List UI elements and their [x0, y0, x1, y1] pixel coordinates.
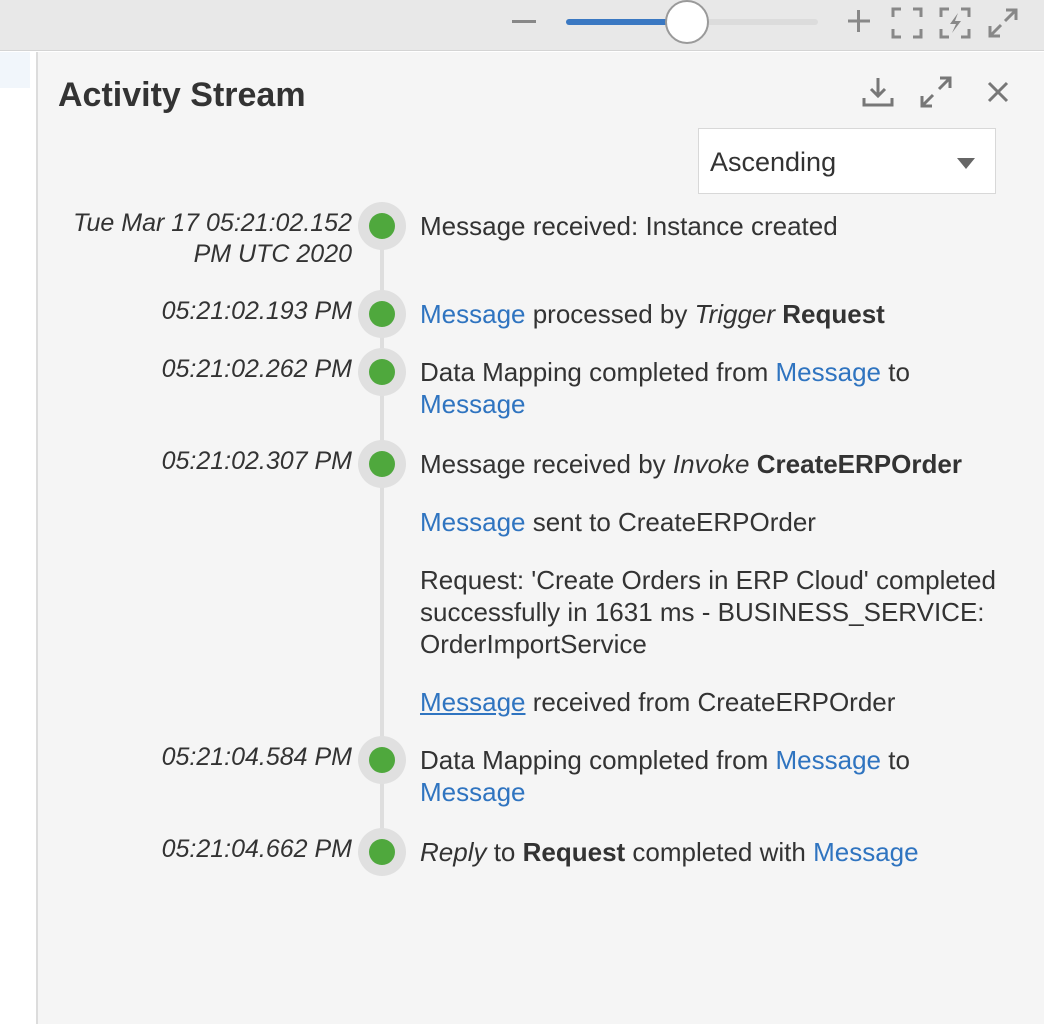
entry-timestamp: Tue Mar 17 05:21:02.152 PM UTC 2020 [73, 209, 352, 268]
message-link[interactable]: Message [776, 357, 882, 387]
download-icon[interactable] [860, 74, 896, 110]
chevron-down-icon [957, 158, 975, 169]
entry-message: Message received: Instance created [420, 211, 838, 241]
sort-order-select[interactable]: Ascending [698, 128, 996, 194]
entry-message: Message processed by Trigger Request [420, 299, 885, 329]
message-link[interactable]: Message [813, 837, 919, 867]
message-link[interactable]: Message [420, 777, 526, 807]
zoom-toolbar [0, 0, 1044, 51]
message-link[interactable]: Message [420, 299, 526, 329]
entry-message: Data Mapping completed from Message to M… [420, 745, 910, 807]
maximize-icon[interactable] [918, 74, 954, 110]
entry-message: Message received by Invoke CreateERPOrde… [420, 449, 996, 717]
expand-icon[interactable] [986, 6, 1020, 40]
message-link[interactable]: Message [776, 745, 882, 775]
entry-timestamp: 05:21:04.662 PM [161, 835, 352, 863]
entry-timestamp: 05:21:02.307 PM [161, 447, 352, 475]
entry-timestamp: 05:21:04.584 PM [161, 743, 352, 771]
status-dot [358, 736, 406, 784]
message-link[interactable]: Message [420, 687, 526, 717]
fit-screen-icon[interactable] [890, 6, 924, 40]
sort-order-value: Ascending [710, 147, 837, 177]
activity-stream-panel: Activity Stream Ascending Tue Mar 17 05:… [36, 52, 1044, 1024]
status-dot [358, 290, 406, 338]
entry-message: Data Mapping completed from Message to M… [420, 357, 910, 419]
status-dot [358, 440, 406, 488]
plus-icon[interactable] [846, 8, 872, 34]
message-link[interactable]: Message [420, 507, 526, 537]
refresh-fit-icon[interactable] [938, 6, 972, 40]
status-dot [358, 828, 406, 876]
entry-timestamp: 05:21:02.262 PM [161, 355, 352, 383]
zoom-slider-handle[interactable] [664, 0, 709, 44]
side-strip [0, 52, 30, 88]
message-link[interactable]: Message [420, 389, 526, 419]
minus-icon[interactable] [512, 20, 536, 23]
panel-title: Activity Stream [58, 76, 306, 114]
status-dot [358, 202, 406, 250]
entry-message: Reply to Request completed with Message [420, 837, 919, 867]
status-dot [358, 348, 406, 396]
close-icon[interactable] [980, 74, 1016, 110]
entry-timestamp: 05:21:02.193 PM [161, 297, 352, 325]
